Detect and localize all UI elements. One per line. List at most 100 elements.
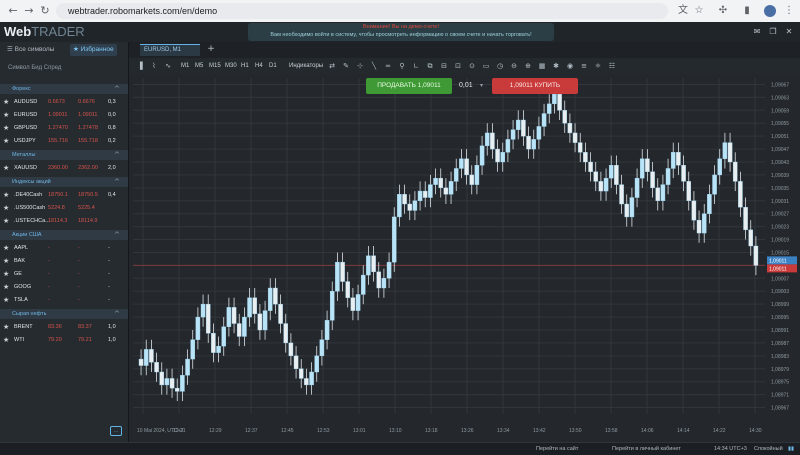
group-header[interactable]: Металлы ^ bbox=[0, 150, 128, 160]
target-icon[interactable]: ⊙ bbox=[467, 60, 477, 72]
star-icon[interactable]: ★ bbox=[3, 243, 9, 254]
settings-icon[interactable]: ✱ bbox=[551, 60, 561, 72]
timeframe-m15[interactable]: M15 bbox=[209, 60, 221, 72]
star-icon[interactable]: ★ bbox=[3, 110, 9, 121]
url-text[interactable]: webtrader.robomarkets.com/en/demo bbox=[68, 4, 217, 18]
symbol-row[interactable]: ★ EURUSD 1.09011 1.09011 0,0 bbox=[0, 109, 128, 122]
grid-icon[interactable]: ▦ bbox=[537, 60, 547, 72]
bookmark-star-icon[interactable]: ☆ bbox=[692, 4, 706, 18]
timeframe-h4[interactable]: H4 bbox=[255, 60, 263, 72]
frame-icon[interactable]: ⊡ bbox=[453, 60, 463, 72]
reload-icon[interactable]: ↻ bbox=[38, 4, 52, 18]
price-chart[interactable]: 1,09067 1,09063 1,09059 1,09055 1,09051 1,090… bbox=[129, 74, 800, 442]
chart-canvas[interactable]: 1,09067 1,09063 1,09059 1,09055 1,09051 1,090… bbox=[129, 74, 800, 442]
chart-tab-eurusd[interactable]: EURUSD, M1 bbox=[140, 44, 200, 56]
sell-button[interactable]: ПРОДАВАТЬ 1,09011 bbox=[366, 78, 452, 94]
group-header[interactable]: Индексы акций ^ bbox=[0, 177, 128, 187]
symbol-row[interactable]: ★ TSLA - - - bbox=[0, 294, 128, 307]
star-icon[interactable]: ★ bbox=[3, 190, 9, 201]
zoom-out-icon[interactable]: ⊖ bbox=[509, 60, 519, 72]
add-chart-icon[interactable]: + bbox=[206, 44, 216, 54]
chevron-up-icon[interactable]: ^ bbox=[114, 230, 120, 240]
buy-button[interactable]: 1,09011 КУПИТЬ bbox=[492, 78, 578, 94]
back-icon[interactable]: ← bbox=[6, 4, 20, 18]
symbol-row[interactable]: ★ .US500Cash 5224.8 5225.4 bbox=[0, 202, 128, 215]
clock-icon[interactable]: ◷ bbox=[495, 60, 505, 72]
demo-warning-banner[interactable]: Внимание! Вы на демо-счете! Вам необходи… bbox=[248, 23, 554, 41]
symbol-row[interactable]: ★ .USTECHCa... 18114.3 18114.9 bbox=[0, 215, 128, 228]
layouts-icon[interactable]: ☷ bbox=[607, 60, 617, 72]
chevron-up-icon[interactable]: ^ bbox=[114, 84, 120, 94]
magnet-icon[interactable]: ⚲ bbox=[397, 60, 407, 72]
star-icon[interactable]: ★ bbox=[3, 269, 9, 280]
window-icon[interactable]: ❐ bbox=[768, 27, 778, 37]
star-icon[interactable]: ★ bbox=[3, 322, 9, 333]
symbol-row[interactable]: ★ .DE40Cash 18750.1 18750.5 0,4 bbox=[0, 189, 128, 202]
address-bar[interactable]: webtrader.robomarkets.com/en/demo bbox=[56, 3, 668, 19]
col-symbol[interactable]: Символ bbox=[8, 65, 30, 71]
timeframe-h1[interactable]: H1 bbox=[241, 60, 249, 72]
symbol-row[interactable]: ★ USDJPY 155.716 155.718 0,2 bbox=[0, 135, 128, 148]
zoom-in-icon[interactable]: ⊕ bbox=[523, 60, 533, 72]
timeframe-m30[interactable]: M30 bbox=[225, 60, 237, 72]
group-header[interactable]: Форекс ^ bbox=[0, 84, 128, 94]
chat-icon[interactable]: ... bbox=[110, 426, 122, 436]
extensions-icon[interactable]: ✣ bbox=[716, 4, 730, 18]
fullscreen-icon[interactable]: ⚛ bbox=[593, 60, 603, 72]
trendline-icon[interactable]: ╲ bbox=[369, 60, 379, 72]
sidebar-icon[interactable]: ▮ bbox=[740, 4, 754, 18]
cursor-icon[interactable]: ⊹ bbox=[355, 60, 365, 72]
star-icon[interactable]: ★ bbox=[3, 216, 9, 227]
star-icon[interactable]: ★ bbox=[3, 256, 9, 267]
close-icon[interactable]: ✕ bbox=[784, 27, 794, 37]
chevron-down-icon[interactable]: ▾ bbox=[480, 78, 488, 94]
tab-all-symbols[interactable]: ☰ Все символы bbox=[4, 44, 57, 56]
star-icon[interactable]: ★ bbox=[3, 203, 9, 214]
menu-icon[interactable]: ⋮ bbox=[782, 4, 796, 18]
col-spread[interactable]: Спред bbox=[44, 65, 62, 71]
symbol-row[interactable]: ★ GE - - - bbox=[0, 268, 128, 281]
translate-icon[interactable]: 文 bbox=[676, 4, 690, 18]
star-icon[interactable]: ★ bbox=[3, 97, 9, 108]
hline-icon[interactable]: ═ bbox=[383, 60, 393, 72]
forward-icon[interactable]: → bbox=[22, 4, 36, 18]
list-icon[interactable]: ≡ bbox=[579, 60, 589, 72]
symbol-row[interactable]: ★ BAK - - - bbox=[0, 255, 128, 268]
group-header[interactable]: Сырая нефть ^ bbox=[0, 309, 128, 319]
candles-chart-icon[interactable]: ▐ bbox=[135, 60, 145, 72]
symbol-row[interactable]: ★ BRENT 83.36 83.37 1,0 bbox=[0, 321, 128, 334]
bars-chart-icon[interactable]: ⌇ bbox=[149, 60, 159, 72]
col-bid[interactable]: Бид bbox=[31, 65, 42, 71]
star-icon[interactable]: ★ bbox=[3, 136, 9, 147]
timeframe-d1[interactable]: D1 bbox=[269, 60, 277, 72]
symbol-row[interactable]: ★ AAPL - - - bbox=[0, 242, 128, 255]
star-icon[interactable]: ★ bbox=[3, 335, 9, 346]
tab-favorites[interactable]: ★ Избранное bbox=[70, 44, 117, 56]
open-cabinet-link[interactable]: Перейти в личный кабинет bbox=[612, 443, 681, 455]
chevron-up-icon[interactable]: ^ bbox=[114, 177, 120, 187]
profile-avatar[interactable] bbox=[764, 5, 776, 17]
star-icon[interactable]: ★ bbox=[3, 163, 9, 174]
symbol-row[interactable]: ★ GBPUSD 1.27470 1.27478 0,8 bbox=[0, 122, 128, 135]
star-icon[interactable]: ★ bbox=[3, 295, 9, 306]
symbol-row[interactable]: ★ WTI 79.20 79.21 1,0 bbox=[0, 334, 128, 347]
chevron-up-icon[interactable]: ^ bbox=[114, 150, 120, 160]
star-icon[interactable]: ★ bbox=[3, 282, 9, 293]
open-site-link[interactable]: Перейти на сайт bbox=[536, 443, 578, 455]
timeframe-m5[interactable]: M5 bbox=[195, 60, 203, 72]
record-icon[interactable]: ◉ bbox=[565, 60, 575, 72]
delete-all-icon[interactable]: ⊟ bbox=[439, 60, 449, 72]
group-header[interactable]: Акции США ^ bbox=[0, 230, 128, 240]
line-chart-icon[interactable]: ∿ bbox=[163, 60, 173, 72]
timeframe-m1[interactable]: M1 bbox=[181, 60, 189, 72]
copy-icon[interactable]: ⧉ bbox=[425, 60, 435, 72]
symbol-row[interactable]: ★ AUDUSD 0.6673 0.6676 0,3 bbox=[0, 96, 128, 109]
chevron-up-icon[interactable]: ^ bbox=[114, 309, 120, 319]
crosshair-icon[interactable]: ⇄ bbox=[327, 60, 337, 72]
rect-icon[interactable]: ▭ bbox=[481, 60, 491, 72]
mail-icon[interactable]: ✉ bbox=[752, 27, 762, 37]
draw-icon[interactable]: ✎ bbox=[341, 60, 351, 72]
symbol-row[interactable]: ★ XAUUSD 2360.00 2362.00 2,0 bbox=[0, 162, 128, 175]
indicators-button[interactable]: Индикаторы bbox=[289, 60, 323, 72]
star-icon[interactable]: ★ bbox=[3, 123, 9, 134]
